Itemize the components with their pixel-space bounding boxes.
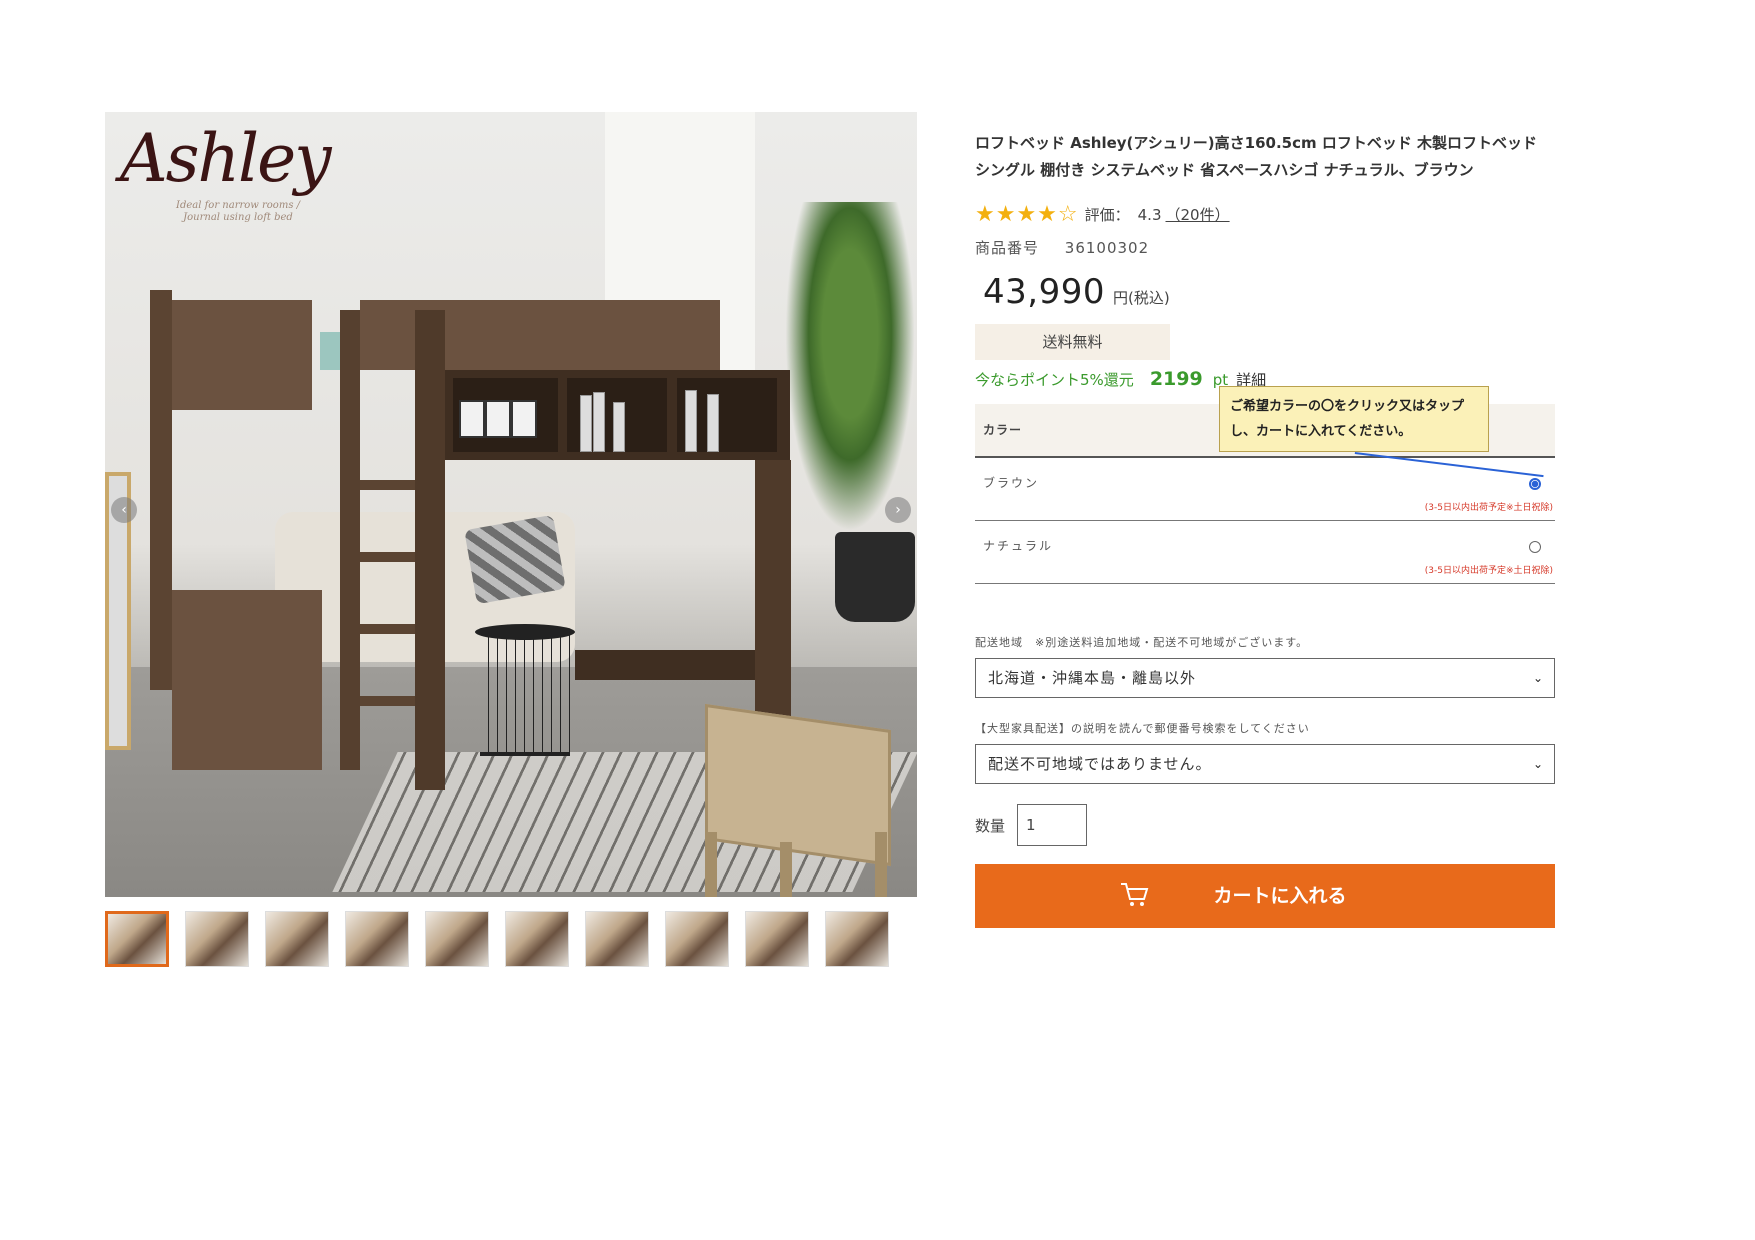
rating-value: 4.3 (1137, 205, 1162, 224)
brand-tagline: Ideal for narrow rooms / Journal using l… (176, 200, 300, 223)
main-product-image[interactable]: Ashley Ideal for narrow rooms / Journal … (105, 112, 917, 897)
postal-select[interactable]: 配送不可地域ではありません。 ⌄ (975, 744, 1555, 784)
plant (785, 202, 915, 532)
region-label: 配送地域 ※別途送料追加地域・配送不可地域がございます。 (975, 636, 1309, 649)
price: 43,990 (983, 272, 1105, 312)
inset-natural-bed (685, 692, 900, 897)
color-option-label: ブラウン (983, 476, 1040, 490)
thumbnail-9[interactable] (745, 911, 809, 967)
color-option-natural[interactable]: ナチュラル (3-5日以内出荷予定※土日祝除) (975, 521, 1555, 584)
color-tooltip: ご希望カラーの〇をクリック又はタップし、カートに入れてください。 (1219, 386, 1489, 452)
free-shipping-badge: 送料無料 (975, 324, 1170, 360)
color-option-label: ナチュラル (983, 539, 1054, 553)
headboard-shelf (445, 370, 790, 460)
prev-image-arrow-icon[interactable]: ‹ (111, 497, 137, 523)
cart-icon (1121, 883, 1149, 906)
color-radio-natural[interactable] (1529, 541, 1541, 553)
shipping-note: (3-5日以内出荷予定※土日祝除) (1424, 503, 1553, 513)
sku-row: 商品番号 36100302 (975, 237, 1555, 258)
quantity-label: 数量 (975, 816, 1006, 835)
rating-label: 評価： (1084, 206, 1130, 224)
thumbnail-2[interactable] (185, 911, 249, 967)
color-selector: カラー ブラウン (3-5日以内出荷予定※土日祝除) ナチュラル (3-5日以内… (975, 386, 1555, 584)
ladder (360, 290, 415, 770)
plant-pot (835, 532, 915, 622)
next-image-arrow-icon[interactable]: › (885, 497, 911, 523)
thumbnail-6[interactable] (505, 911, 569, 967)
product-title: ロフトベッド Ashley(アシュリー)高さ160.5cm ロフトベッド 木製ロ… (975, 134, 1538, 179)
rating-row: ★★★★☆ 評価： 4.3 （20件） (975, 202, 1555, 227)
price-row: 43,990 円(税込) (983, 272, 1555, 312)
thumbnail-4[interactable] (345, 911, 409, 967)
sku-label: 商品番号 (975, 239, 1040, 257)
thumbnail-1[interactable] (105, 911, 169, 967)
quantity-input[interactable]: 1 (1017, 804, 1088, 846)
thumbnail-strip (105, 911, 917, 967)
thumbnail-8[interactable] (665, 911, 729, 967)
points-value: 2199 (1149, 368, 1203, 390)
sku-value: 36100302 (1064, 239, 1150, 257)
product-info-panel: ロフトベッド Ashley(アシュリー)高さ160.5cm ロフトベッド 木製ロ… (975, 130, 1555, 928)
postal-label: 【大型家具配送】の説明を読んで郵便番号検索をしてください (975, 722, 1310, 735)
postal-value: 配送不可地域ではありません。 (988, 755, 1212, 773)
thumbnail-10[interactable] (825, 911, 889, 967)
brand-logo: Ashley (120, 120, 331, 197)
region-value: 北海道・沖縄本島・離島以外 (988, 669, 1197, 687)
rating-stars-icon: ★★★★☆ (975, 202, 1079, 227)
product-gallery: Ashley Ideal for narrow rooms / Journal … (105, 112, 917, 967)
region-select[interactable]: 北海道・沖縄本島・離島以外 ⌄ (975, 658, 1555, 698)
price-unit: 円(税込) (1112, 289, 1170, 307)
chevron-down-icon: ⌄ (1532, 671, 1544, 685)
review-count-link[interactable]: （20件） (1166, 204, 1230, 225)
chevron-down-icon: ⌄ (1532, 757, 1544, 771)
color-radio-brown[interactable] (1529, 478, 1541, 490)
add-to-cart-button[interactable]: カートに入れる (975, 864, 1555, 928)
add-to-cart-label: カートに入れる (1213, 885, 1347, 907)
thumbnail-3[interactable] (265, 911, 329, 967)
quantity-row: 数量 1 (975, 804, 1555, 846)
points-text: 今ならポイント5%還元 (975, 371, 1134, 389)
thumbnail-5[interactable] (425, 911, 489, 967)
thumbnail-7[interactable] (585, 911, 649, 967)
shipping-note: (3-5日以内出荷予定※土日祝除) (1424, 566, 1553, 576)
